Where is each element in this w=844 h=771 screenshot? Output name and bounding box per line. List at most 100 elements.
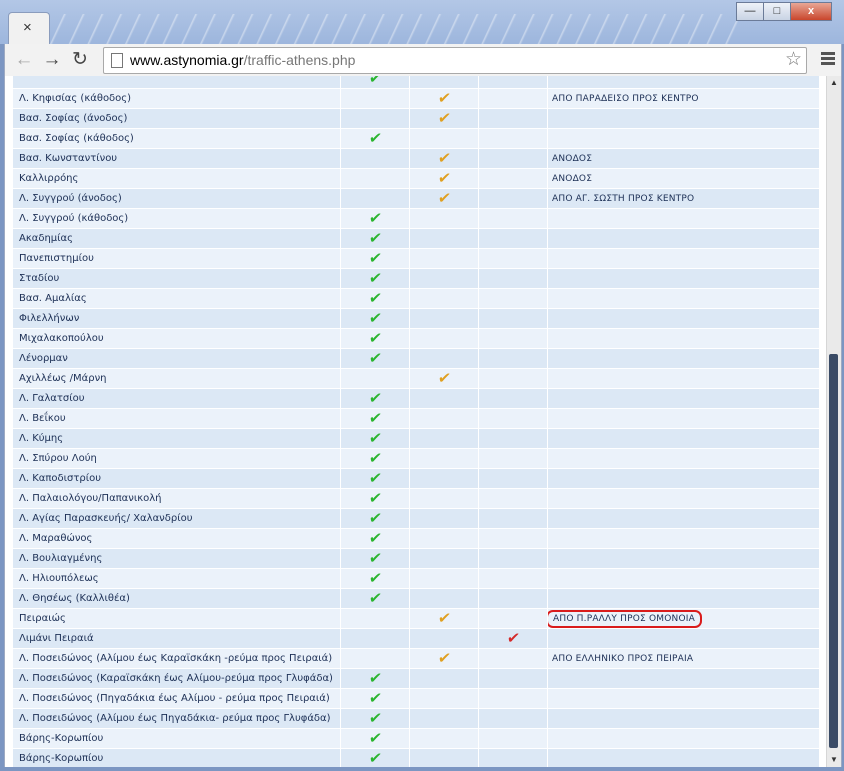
forward-arrow-icon[interactable]: → xyxy=(41,49,63,71)
road-name: Βασ. Αμαλίας xyxy=(12,288,341,309)
bookmark-star-icon[interactable]: ☆ xyxy=(785,49,802,71)
vertical-scrollbar[interactable]: ▲ ▼ xyxy=(826,76,841,767)
table-row: Λ. Ποσειδώνος (Αλίμου έως Καραϊσκάκη -ρε… xyxy=(12,648,820,669)
status-cell: ✔ xyxy=(340,668,410,689)
note-text: ΑΠΟ ΕΛΛΗΝΙΚΟ ΠΡΟΣ ΠΕΙΡΑΙΑ xyxy=(552,653,694,664)
traffic-note xyxy=(547,508,820,529)
status-cell: ✔ xyxy=(340,408,410,429)
green-check-icon: ✔ xyxy=(367,389,383,408)
address-bar[interactable]: www.astynomia.gr/traffic-athens.php ☆ xyxy=(103,47,807,74)
status-cell xyxy=(478,388,548,409)
table-row: ✔ xyxy=(12,76,820,89)
green-check-icon: ✔ xyxy=(367,549,383,568)
status-cell xyxy=(340,108,410,129)
url-host: www.astynomia.gr xyxy=(130,52,244,68)
road-name: Λ. Παλαιολόγου/Παπανικολή xyxy=(12,488,341,509)
road-name xyxy=(12,76,341,89)
status-cell xyxy=(409,348,479,369)
minimize-button[interactable]: — xyxy=(736,2,764,21)
road-name: Ακαδημίας xyxy=(12,228,341,249)
road-name: Αχιλλέως /Μάρνη xyxy=(12,368,341,389)
status-cell xyxy=(409,448,479,469)
table-row: Λιμάνι Πειραιά ✔ xyxy=(12,628,820,649)
green-check-icon: ✔ xyxy=(367,269,383,288)
status-cell xyxy=(478,568,548,589)
road-name: Λ. Ποσειδώνος (Καραϊσκάκη έως Αλίμου-ρεύ… xyxy=(12,668,341,689)
table-row: Λ. Γαλατσίου ✔ xyxy=(12,388,820,409)
scrollbar-thumb[interactable] xyxy=(829,354,838,748)
page-icon xyxy=(111,53,123,68)
green-check-icon: ✔ xyxy=(367,489,383,508)
status-cell xyxy=(409,248,479,269)
note-text: ΑΝΟΔΟΣ xyxy=(552,173,593,184)
status-cell: ✔ xyxy=(409,188,479,209)
table-row: Λ. Σπύρου Λούη ✔ xyxy=(12,448,820,469)
road-name: Λ. Ποσειδώνος (Αλίμου έως Καραϊσκάκη -ρε… xyxy=(12,648,341,669)
status-cell: ✔ xyxy=(340,228,410,249)
status-cell: ✔ xyxy=(340,288,410,309)
status-cell xyxy=(409,308,479,329)
scroll-up-icon[interactable]: ▲ xyxy=(827,76,841,90)
road-name: Λ. Κύμης xyxy=(12,428,341,449)
maximize-button[interactable]: □ xyxy=(763,2,791,21)
status-cell xyxy=(478,248,548,269)
status-cell: ✔ xyxy=(340,468,410,489)
traffic-note: ΑΠΟ Π.ΡΑΛΛΥ ΠΡΟΣ ΟΜΟΝΟΙΑ xyxy=(547,608,820,629)
road-name: Λ. Γαλατσίου xyxy=(12,388,341,409)
traffic-note xyxy=(547,268,820,289)
table-row: Πειραιώς ✔ ΑΠΟ Π.ΡΑΛΛΥ ΠΡΟΣ ΟΜΟΝΟΙΑ xyxy=(12,608,820,629)
status-cell: ✔ xyxy=(340,308,410,329)
status-cell xyxy=(409,748,479,767)
menu-icon[interactable] xyxy=(821,52,835,67)
browser-tab[interactable]: × xyxy=(8,12,50,45)
traffic-note xyxy=(547,548,820,569)
status-cell xyxy=(409,328,479,349)
browser-toolbar: ← → ↻ www.astynomia.gr/traffic-athens.ph… xyxy=(4,44,842,76)
status-cell xyxy=(478,148,548,169)
status-cell xyxy=(478,188,548,209)
table-row: Μιχαλακοπούλου ✔ xyxy=(12,328,820,349)
traffic-note xyxy=(547,488,820,509)
green-check-icon: ✔ xyxy=(367,229,383,248)
road-name: Λ. Βεΐκου xyxy=(12,408,341,429)
reload-icon[interactable]: ↻ xyxy=(69,49,91,71)
green-check-icon: ✔ xyxy=(367,509,383,528)
status-cell xyxy=(409,428,479,449)
orange-check-icon: ✔ xyxy=(436,609,452,628)
green-check-icon: ✔ xyxy=(367,76,383,87)
table-row: Λ. Θησέως (Καλλιθέα) ✔ xyxy=(12,588,820,609)
status-cell: ✔ xyxy=(409,88,479,109)
close-window-button[interactable]: x xyxy=(790,2,832,21)
back-arrow-icon[interactable]: ← xyxy=(13,49,35,71)
status-cell xyxy=(478,668,548,689)
status-cell: ✔ xyxy=(340,688,410,709)
status-cell xyxy=(478,428,548,449)
table-row: Λ. Ποσειδώνος (Καραϊσκάκη έως Αλίμου-ρεύ… xyxy=(12,668,820,689)
table-row: Πανεπιστημίου ✔ xyxy=(12,248,820,269)
status-cell xyxy=(478,228,548,249)
traffic-note xyxy=(547,588,820,609)
status-cell: ✔ xyxy=(340,428,410,449)
road-name: Λ. Καποδιστρίου xyxy=(12,468,341,489)
status-cell: ✔ xyxy=(340,448,410,469)
tab-close-icon[interactable]: × xyxy=(23,19,32,37)
orange-check-icon: ✔ xyxy=(436,149,452,168)
traffic-note xyxy=(547,368,820,389)
status-cell xyxy=(409,688,479,709)
traffic-note xyxy=(547,288,820,309)
traffic-note xyxy=(547,468,820,489)
traffic-note: ΑΝΟΔΟΣ xyxy=(547,168,820,189)
page-viewport: ✔ Λ. Κηφισίας (κάθοδος) ✔ ΑΠΟ ΠΑΡΑΔΕΙΣΟ ΠΡΟ… xyxy=(4,76,842,767)
scroll-down-icon[interactable]: ▼ xyxy=(827,753,841,767)
road-name: Βάρης-Κορωπίου xyxy=(12,728,341,749)
status-cell xyxy=(340,88,410,109)
url-path: /traffic-athens.php xyxy=(243,52,356,68)
road-name: Λ. Αγίας Παρασκευής/ Χαλανδρίου xyxy=(12,508,341,529)
traffic-note xyxy=(547,228,820,249)
status-cell: ✔ xyxy=(409,648,479,669)
status-cell xyxy=(409,728,479,749)
road-name: Βάρης-Κορωπίου xyxy=(12,748,341,767)
table-row: Λ. Καποδιστρίου ✔ xyxy=(12,468,820,489)
road-name: Λ. Σπύρου Λούη xyxy=(12,448,341,469)
road-name: Πανεπιστημίου xyxy=(12,248,341,269)
